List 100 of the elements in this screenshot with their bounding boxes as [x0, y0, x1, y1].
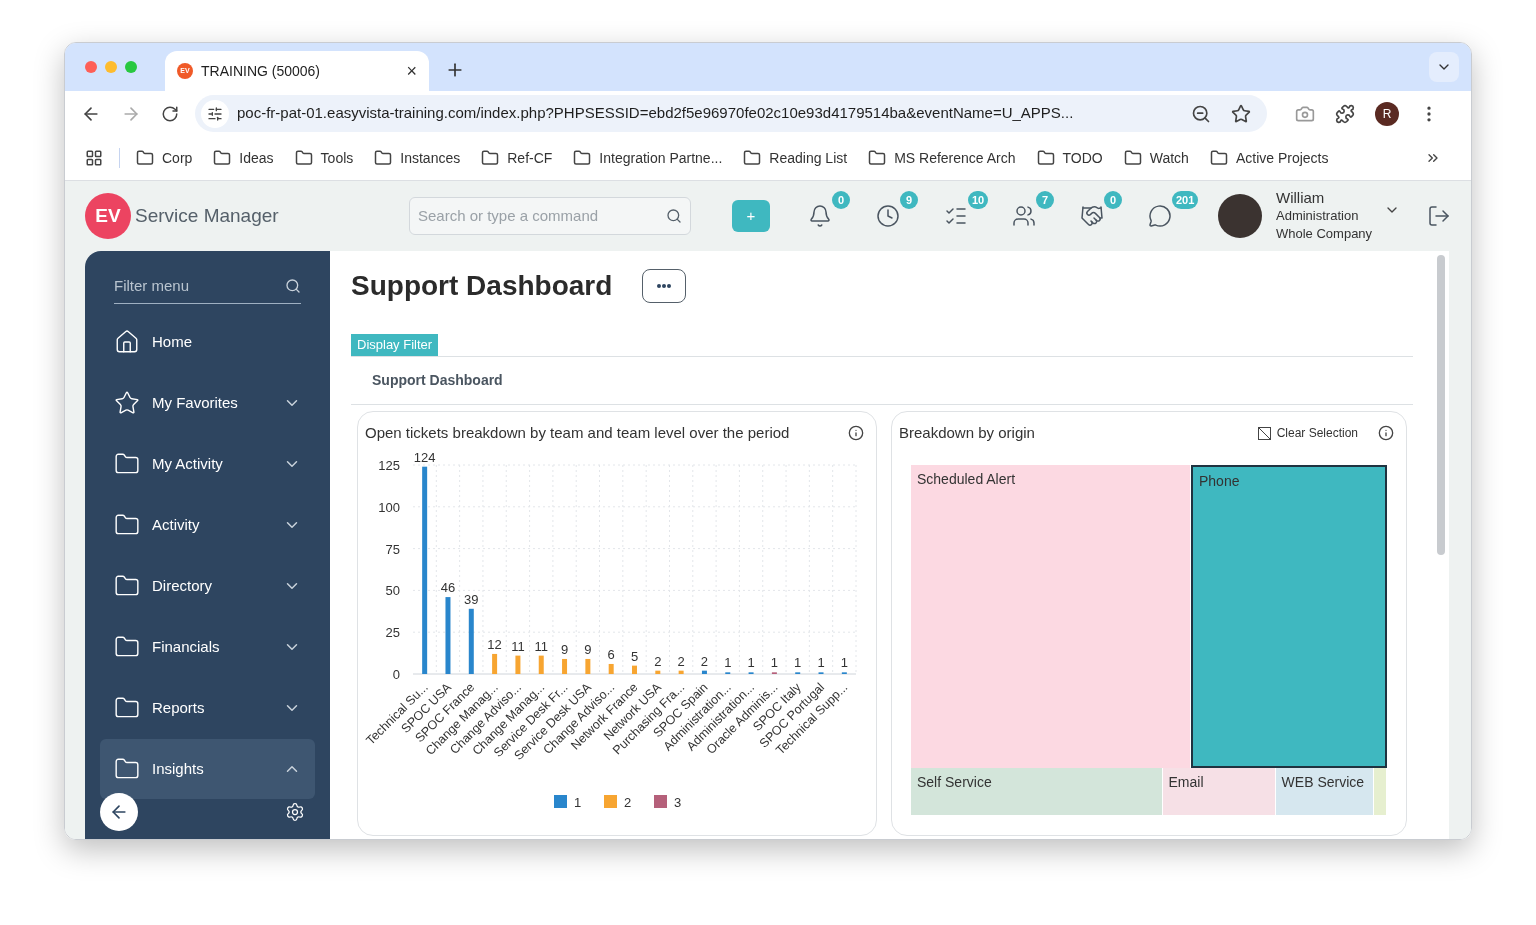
zoom-icon[interactable]: [1191, 103, 1211, 124]
value-label: 2: [700, 653, 709, 669]
scrollbar[interactable]: [1437, 255, 1445, 555]
menu-item[interactable]: Directory: [100, 556, 315, 616]
clear-selection-button[interactable]: Clear Selection: [1257, 424, 1358, 442]
bar: [701, 670, 707, 674]
bar: [468, 608, 474, 674]
menu-item[interactable]: Reports: [100, 678, 315, 738]
placeholder: Filter menu: [114, 275, 191, 296]
bar: [608, 663, 614, 674]
menu-item[interactable]: Financials: [100, 617, 315, 677]
clear-selection-label: Clear Selection: [1276, 425, 1358, 442]
placeholder: Search or type a command: [418, 205, 600, 226]
bookmark-label: Watch: [1149, 148, 1189, 168]
menu-item[interactable]: Insights: [100, 739, 315, 799]
axis-label: 125: [378, 457, 400, 473]
url-text: poc-fr-pat-01.easyvista-training.com/index.php?PHPSESSID=ebd2f5e96970fe02c10e93d4179514ba&eventName=U_APPS...: [237, 103, 1075, 124]
folder-icon: [1209, 149, 1228, 167]
count-badge: 201: [1172, 191, 1199, 209]
value-label: 9: [560, 641, 569, 657]
value-label: 11: [511, 638, 525, 654]
folder-icon: [868, 149, 887, 167]
folder-icon: [213, 149, 232, 167]
bar: [725, 671, 731, 674]
value-label: 1: [794, 654, 802, 670]
bookmark-label: TODO: [1062, 148, 1103, 168]
bell-icon[interactable]: [808, 204, 832, 228]
bar: [632, 665, 637, 674]
collapse-sidebar-button[interactable]: [100, 793, 138, 831]
treemap-tile[interactable]: WEB Service: [1275, 767, 1374, 815]
chat-icon[interactable]: [1148, 204, 1172, 228]
menu-item[interactable]: Activity: [100, 495, 315, 555]
site-info-icon[interactable]: [207, 105, 223, 122]
menu-label: Activity: [152, 514, 201, 535]
legend-label: 2: [624, 794, 632, 810]
settings-icon[interactable]: [285, 802, 305, 822]
bar: [655, 670, 661, 674]
treemap-tile[interactable]: Scheduled Alert: [911, 464, 1191, 768]
page-title: Support Dashboard: [351, 269, 613, 303]
handshake-icon[interactable]: [1080, 204, 1104, 228]
logout-icon[interactable]: [1427, 204, 1451, 228]
legend-label: 3: [674, 794, 682, 810]
profile-avatar[interactable]: R: [1375, 101, 1399, 126]
treemap-tile[interactable]: [1374, 767, 1387, 815]
menu-item[interactable]: My Activity: [100, 434, 315, 494]
info-icon[interactable]: [1378, 425, 1394, 441]
chart-title: Open tickets breakdown by team and team level over the period: [365, 422, 790, 443]
filter-title: Support Dashboard: [372, 370, 503, 390]
menu-item[interactable]: My Favorites: [100, 373, 315, 433]
filter-menu-field[interactable]: Filter menu: [114, 269, 301, 304]
treemap-tile[interactable]: Email: [1162, 767, 1276, 815]
user-avatar[interactable]: [1218, 194, 1262, 238]
count-badge: 7: [1036, 191, 1054, 209]
value-label: 46: [440, 579, 456, 595]
menu-label: Directory: [152, 575, 213, 596]
logo-text: Service Manager: [135, 203, 279, 228]
ellipsis-icon: [657, 284, 672, 288]
bar: [562, 658, 568, 674]
menu-item[interactable]: Home: [100, 312, 315, 372]
bar: [585, 658, 591, 674]
bookmark-label: Instances: [400, 148, 461, 168]
value-label: 1: [770, 654, 778, 670]
value-label: 1: [724, 654, 732, 670]
extensions-icon[interactable]: [1335, 103, 1355, 124]
value-label: 1: [817, 654, 825, 670]
bookmark-label: Ref-CF: [507, 148, 553, 168]
folder-icon: [743, 149, 762, 167]
menu-label: Financials: [152, 636, 221, 657]
users-icon[interactable]: [1012, 204, 1036, 228]
axis-label: 0: [392, 666, 400, 682]
folder-icon: [481, 149, 500, 167]
bookmark-star-icon[interactable]: [1231, 103, 1251, 124]
user-role: Administration: [1276, 207, 1360, 225]
value-label: 1: [840, 654, 848, 670]
info-icon[interactable]: [848, 425, 864, 441]
more-options-button[interactable]: [642, 269, 687, 303]
menu-label: Reports: [152, 697, 206, 718]
bar: [795, 671, 801, 674]
count-badge: 0: [1104, 191, 1122, 209]
treemap-title: Breakdown by origin: [899, 422, 1036, 443]
apps-icon[interactable]: [85, 149, 103, 167]
folder-icon: [136, 149, 154, 167]
folder-icon: [1123, 149, 1142, 167]
bar: [678, 670, 684, 674]
bar: [841, 671, 847, 674]
axis-label: 100: [378, 499, 400, 515]
bookmark-label: Integration Partne...: [599, 148, 723, 168]
value-label: 11: [534, 638, 548, 654]
menu-label: My Favorites: [152, 392, 239, 413]
treemap-tile[interactable]: Phone: [1191, 464, 1387, 768]
bookmark-label: Tools: [320, 148, 354, 168]
close-tab-button[interactable]: ×: [406, 62, 417, 80]
clock-icon[interactable]: [876, 204, 900, 228]
address-bar[interactable]: poc-fr-pat-01.easyvista-training.com/index.php?PHPSESSID=ebd2f5e96970fe02c10e93d4179514ba&eventName=U_APPS...: [195, 95, 1267, 132]
menu-label: My Activity: [152, 453, 224, 474]
tab-list-button[interactable]: [1429, 52, 1459, 82]
bookmark-label: Ideas: [239, 148, 274, 168]
treemap-tile[interactable]: Self Service: [911, 767, 1163, 815]
menu-label: Home: [152, 331, 193, 352]
reload-icon[interactable]: [161, 104, 179, 123]
